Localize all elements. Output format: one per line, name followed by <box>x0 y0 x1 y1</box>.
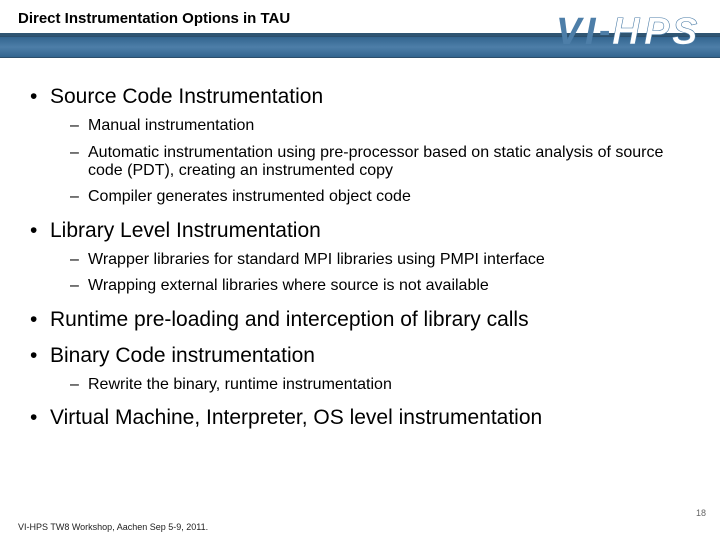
footer-text: VI-HPS TW8 Workshop, Aachen Sep 5-9, 201… <box>18 522 208 532</box>
logo-v: V <box>556 11 584 53</box>
bullet-l1: Binary Code instrumentation <box>22 344 698 368</box>
bullet-l2: Wrapping external libraries where source… <box>22 277 698 295</box>
logo-dash: - <box>599 12 610 50</box>
page-number: 18 <box>696 508 706 518</box>
bullet-l2: Wrapper libraries for standard MPI libra… <box>22 251 698 269</box>
logo-i: I <box>585 11 597 53</box>
slide-body: Source Code Instrumentation Manual instr… <box>0 58 720 430</box>
bullet-l1: Runtime pre-loading and interception of … <box>22 308 698 332</box>
vihps-logo: V I - H P S <box>556 8 706 63</box>
bullet-l2: Automatic instrumentation using pre-proc… <box>22 144 698 181</box>
logo-s: S <box>672 11 697 53</box>
logo-p: P <box>644 11 670 53</box>
bullet-l2: Compiler generates instrumented object c… <box>22 188 698 206</box>
logo-h: H <box>612 11 641 53</box>
bullet-l1: Library Level Instrumentation <box>22 219 698 243</box>
bullet-l1: Source Code Instrumentation <box>22 85 698 109</box>
bullet-l2: Manual instrumentation <box>22 117 698 135</box>
bullet-l2: Rewrite the binary, runtime instrumentat… <box>22 376 698 394</box>
bullet-l1: Virtual Machine, Interpreter, OS level i… <box>22 406 698 430</box>
